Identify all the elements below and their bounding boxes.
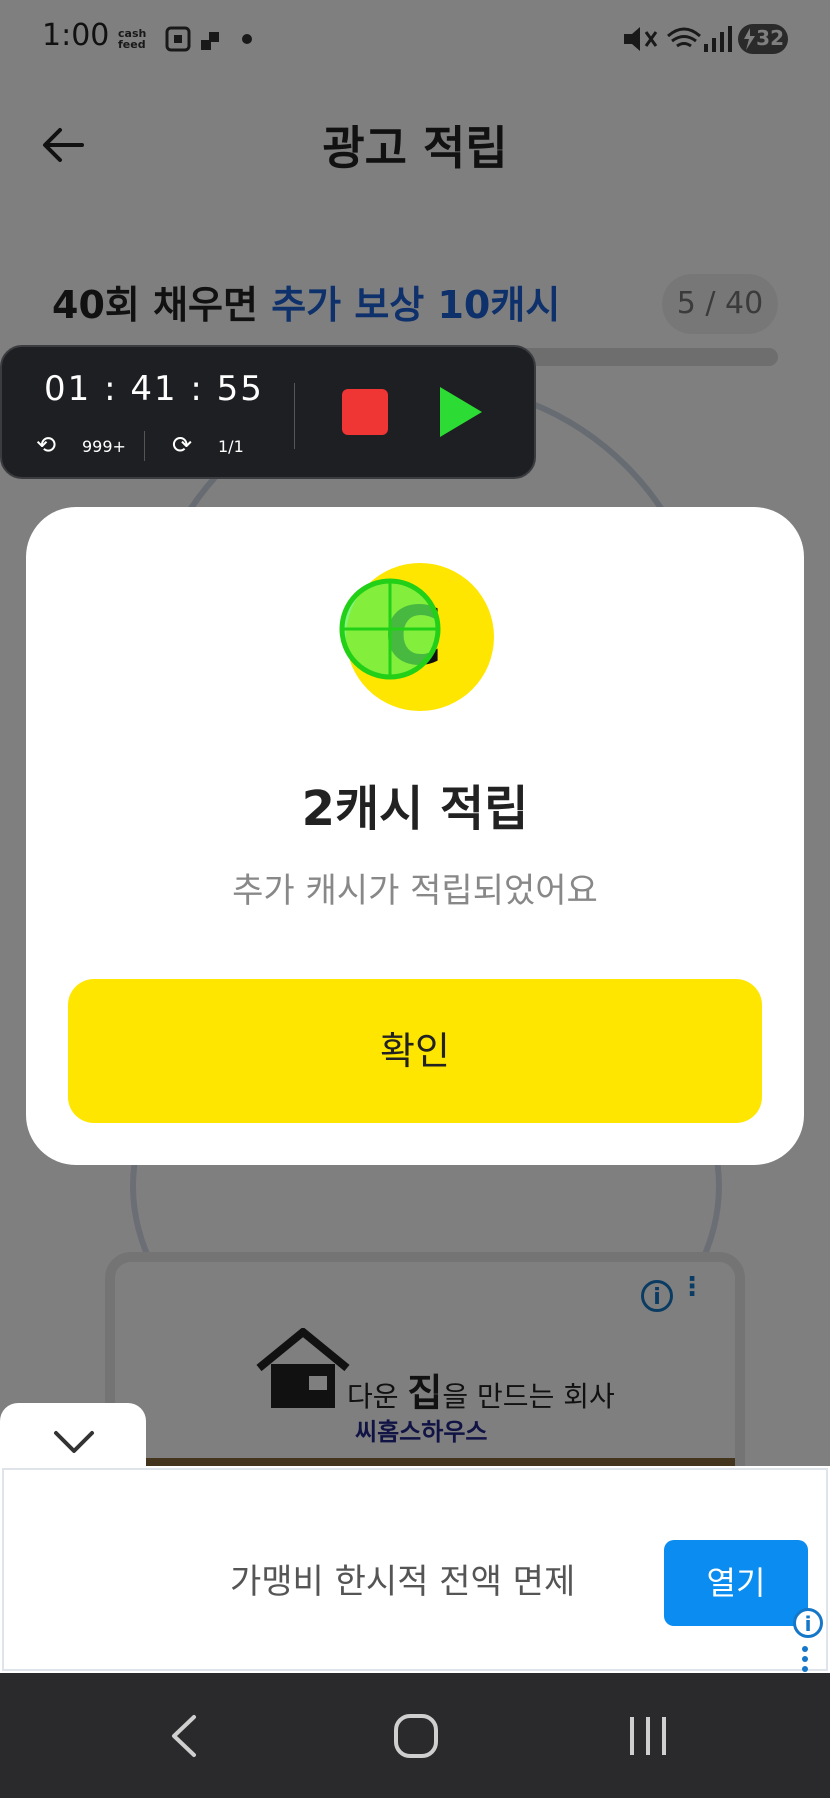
loop-count: 999+ [82, 437, 126, 456]
repeat-icon: ⟳ [172, 431, 193, 459]
open-button[interactable]: 열기 [664, 1540, 808, 1626]
confirm-button[interactable]: 확인 [68, 979, 762, 1123]
dialog-subtitle: 추가 캐시가 적립되었어요 [232, 871, 598, 911]
banner-more-icon[interactable] [800, 1644, 810, 1674]
recorder-timer: 01 : 41 : 55 [44, 369, 264, 409]
nav-recents-icon[interactable] [608, 1703, 688, 1769]
stop-button[interactable] [342, 389, 388, 435]
banner-copy: 가맹비 한시적 전액 면제 [230, 1562, 576, 1602]
nav-home-icon[interactable] [376, 1703, 456, 1769]
nav-back-icon[interactable] [144, 1703, 224, 1769]
banner-info-icon[interactable]: i [793, 1608, 823, 1638]
crosshair-target-icon[interactable] [338, 577, 442, 681]
recorder-divider-vertical [294, 383, 295, 449]
recorder-divider [144, 431, 145, 461]
reward-dialog: C 2캐시 적립 추가 캐시가 적립되었어요 확인 [26, 507, 804, 1165]
loop-icon: ⟲ [36, 431, 57, 459]
system-nav-bar [0, 1673, 830, 1798]
repeat-count: 1/1 [218, 437, 244, 456]
play-button[interactable] [440, 387, 482, 437]
screen-recorder-widget[interactable]: 01 : 41 : 55 ⟲ 999+ ⟳ 1/1 [0, 345, 536, 479]
bottom-banner-ad[interactable]: 가맹비 한시적 전액 면제 열기 i [0, 1466, 830, 1673]
chevron-down-icon [54, 1431, 94, 1453]
dialog-title: 2캐시 적립 [301, 781, 529, 837]
